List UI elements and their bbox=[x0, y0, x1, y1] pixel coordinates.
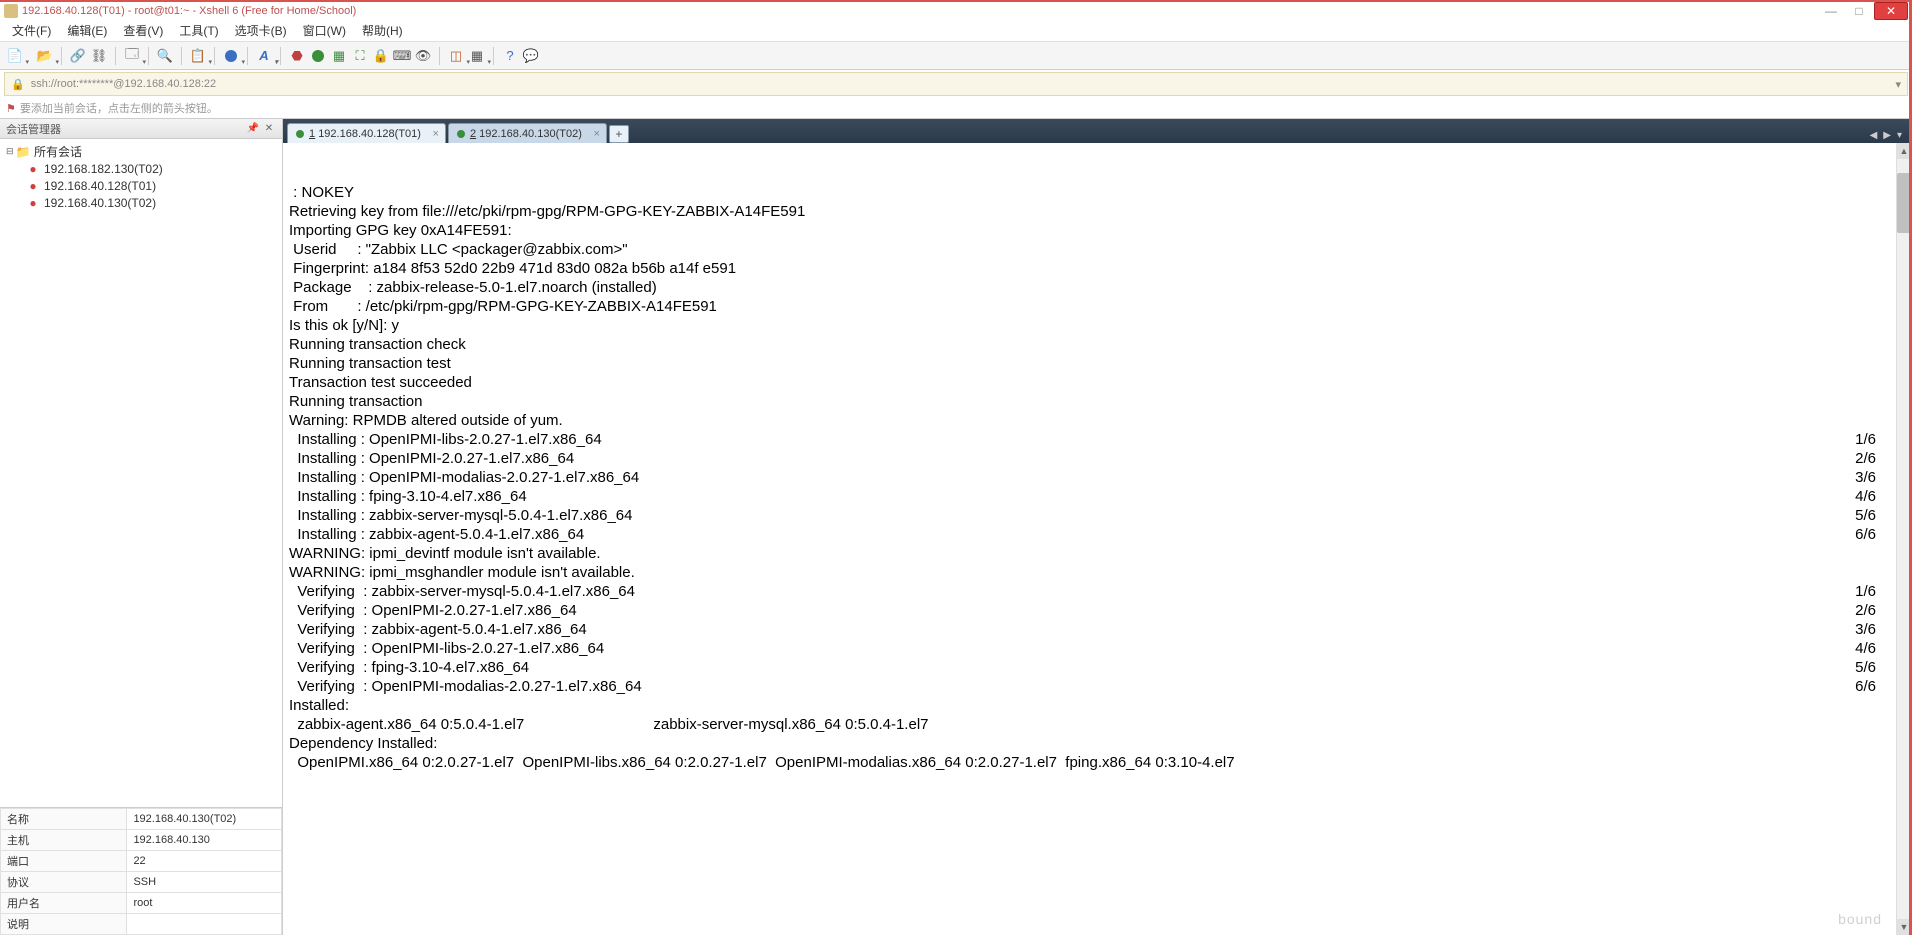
terminal-panel: 1 192.168.40.128(T01) × 2 192.168.40.130… bbox=[283, 119, 1912, 935]
session-tree[interactable]: ⊟ 📁 所有会话 ● 192.168.182.130(T02) ● 192.16… bbox=[0, 139, 282, 807]
session-label: 192.168.40.130(T02) bbox=[44, 196, 156, 210]
tab-num: 1 bbox=[309, 128, 315, 140]
tab-list-icon[interactable]: ▾ bbox=[1895, 128, 1904, 143]
toolbar-properties-icon[interactable]: 🗔 bbox=[123, 47, 141, 65]
prop-key: 主机 bbox=[1, 830, 127, 851]
toolbar-chat-icon[interactable]: 💬 bbox=[522, 47, 540, 65]
toolbar: 📄 📂 🔗 ⛓ 🗔 🔍 📋 A ⬣ ▦ ⛶ 🔒 ⌨ 👁 ◫ ▦ ? 💬 bbox=[0, 42, 1912, 70]
toolbar-layout-icon[interactable]: ◫ bbox=[447, 47, 465, 65]
folder-icon: 📁 bbox=[16, 145, 30, 159]
session-item[interactable]: ● 192.168.182.130(T02) bbox=[2, 160, 280, 177]
menu-tools[interactable]: 工具(T) bbox=[171, 20, 226, 41]
toolbar-search-icon[interactable]: 🔍 bbox=[156, 47, 174, 65]
terminal-output[interactable]: : NOKEYRetrieving key from file:///etc/p… bbox=[283, 143, 1912, 935]
menu-window[interactable]: 窗口(W) bbox=[295, 20, 354, 41]
hint-bar: ⚑ 要添加当前会话，点击左侧的箭头按钮。 bbox=[0, 98, 1912, 118]
window-maximize-button[interactable]: □ bbox=[1846, 3, 1872, 19]
session-item[interactable]: ● 192.168.40.128(T01) bbox=[2, 177, 280, 194]
prop-val: SSH bbox=[127, 872, 282, 893]
tab-prev-icon[interactable]: ◀ bbox=[1868, 128, 1880, 143]
prop-row: 名称192.168.40.130(T02) bbox=[1, 809, 282, 830]
panel-title: 会话管理器 bbox=[6, 121, 61, 137]
toolbar-open-icon[interactable]: 📂 bbox=[36, 47, 54, 65]
tab-next-icon[interactable]: ▶ bbox=[1881, 128, 1893, 143]
window-minimize-button[interactable]: — bbox=[1818, 3, 1844, 19]
tree-collapse-icon[interactable]: ⊟ bbox=[6, 146, 16, 157]
document-tabs: 1 192.168.40.128(T01) × 2 192.168.40.130… bbox=[283, 119, 1912, 143]
prop-val: root bbox=[127, 893, 282, 914]
panel-pin-icon[interactable]: 📌 bbox=[246, 122, 260, 136]
toolbar-font-icon[interactable]: A bbox=[255, 47, 273, 65]
window-close-button[interactable]: ✕ bbox=[1874, 2, 1908, 20]
session-label: 192.168.182.130(T02) bbox=[44, 162, 163, 176]
toolbar-new-icon[interactable]: 📄 bbox=[6, 47, 24, 65]
toolbar-fullscreen-icon[interactable]: ⛶ bbox=[351, 47, 369, 65]
prop-key: 用户名 bbox=[1, 893, 127, 914]
session-icon: ● bbox=[26, 179, 40, 193]
toolbar-color-icon[interactable] bbox=[222, 47, 240, 65]
menu-tabs[interactable]: 选项卡(B) bbox=[227, 20, 295, 41]
session-icon: ● bbox=[26, 196, 40, 210]
window-titlebar: 192.168.40.128(T01) - root@t01:~ - Xshel… bbox=[0, 0, 1912, 20]
toolbar-help-icon[interactable]: ? bbox=[501, 47, 519, 65]
tab-num: 2 bbox=[470, 128, 476, 140]
toolbar-keyboard-icon[interactable]: ⌨ bbox=[393, 47, 411, 65]
tab-status-dot-icon bbox=[296, 130, 304, 138]
prop-val: 192.168.40.130(T02) bbox=[127, 809, 282, 830]
tab-session-1[interactable]: 1 192.168.40.128(T01) × bbox=[287, 123, 446, 143]
session-icon: ● bbox=[26, 162, 40, 176]
menu-file[interactable]: 文件(F) bbox=[4, 20, 59, 41]
tab-session-2[interactable]: 2 192.168.40.130(T02) × bbox=[448, 123, 607, 143]
prop-row: 端口22 bbox=[1, 851, 282, 872]
toolbar-xftp-icon[interactable] bbox=[309, 47, 327, 65]
toolbar-lock-icon[interactable]: 🔒 bbox=[372, 47, 390, 65]
toolbar-copy-icon[interactable]: 📋 bbox=[189, 47, 207, 65]
panel-close-icon[interactable]: ✕ bbox=[262, 122, 276, 136]
tab-label: 192.168.40.130(T02) bbox=[479, 128, 582, 140]
prop-key: 协议 bbox=[1, 872, 127, 893]
prop-key: 端口 bbox=[1, 851, 127, 872]
menu-help[interactable]: 帮助(H) bbox=[354, 20, 411, 41]
toolbar-xlpd-icon[interactable]: ▦ bbox=[330, 47, 348, 65]
tree-root[interactable]: ⊟ 📁 所有会话 bbox=[2, 143, 280, 160]
panel-header: 会话管理器 📌 ✕ bbox=[0, 119, 282, 139]
prop-row: 用户名root bbox=[1, 893, 282, 914]
tab-status-dot-icon bbox=[457, 130, 465, 138]
app-icon bbox=[4, 4, 18, 18]
tab-label: 192.168.40.128(T01) bbox=[318, 128, 421, 140]
session-label: 192.168.40.128(T01) bbox=[44, 179, 156, 193]
toolbar-reconnect-icon[interactable]: 🔗 bbox=[69, 47, 87, 65]
prop-key: 说明 bbox=[1, 914, 127, 935]
session-item[interactable]: ● 192.168.40.130(T02) bbox=[2, 194, 280, 211]
toolbar-grid-icon[interactable]: ▦ bbox=[468, 47, 486, 65]
tree-root-label: 所有会话 bbox=[34, 143, 82, 160]
watermark: bound bbox=[1838, 910, 1882, 929]
prop-val: 22 bbox=[127, 851, 282, 872]
address-text: ssh://root:********@192.168.40.128:22 bbox=[31, 78, 216, 90]
prop-val: 192.168.40.130 bbox=[127, 830, 282, 851]
prop-val bbox=[127, 914, 282, 935]
toolbar-eye-icon[interactable]: 👁 bbox=[414, 47, 432, 65]
prop-key: 名称 bbox=[1, 809, 127, 830]
prop-row: 主机192.168.40.130 bbox=[1, 830, 282, 851]
hint-flag-icon: ⚑ bbox=[6, 102, 16, 115]
hint-text: 要添加当前会话，点击左侧的箭头按钮。 bbox=[20, 100, 218, 116]
menu-view[interactable]: 查看(V) bbox=[115, 20, 171, 41]
menubar: 文件(F) 编辑(E) 查看(V) 工具(T) 选项卡(B) 窗口(W) 帮助(… bbox=[0, 20, 1912, 42]
session-manager-panel: 会话管理器 📌 ✕ ⊟ 📁 所有会话 ● 192.168.182.130(T02… bbox=[0, 119, 283, 935]
address-bar[interactable]: 🔒 ssh://root:********@192.168.40.128:22 … bbox=[4, 72, 1908, 96]
tab-close-icon[interactable]: × bbox=[433, 128, 439, 140]
lock-icon: 🔒 bbox=[11, 78, 25, 91]
new-tab-button[interactable]: + bbox=[609, 125, 629, 143]
address-dropdown-icon[interactable]: ▾ bbox=[1895, 78, 1901, 91]
toolbar-disconnect-icon[interactable]: ⛓ bbox=[90, 47, 108, 65]
window-title: 192.168.40.128(T01) - root@t01:~ - Xshel… bbox=[22, 5, 356, 17]
prop-row: 协议SSH bbox=[1, 872, 282, 893]
tab-close-icon[interactable]: × bbox=[593, 128, 599, 140]
toolbar-xagent-icon[interactable]: ⬣ bbox=[288, 47, 306, 65]
properties-panel: 名称192.168.40.130(T02) 主机192.168.40.130 端… bbox=[0, 807, 282, 935]
prop-row: 说明 bbox=[1, 914, 282, 935]
menu-edit[interactable]: 编辑(E) bbox=[59, 20, 115, 41]
